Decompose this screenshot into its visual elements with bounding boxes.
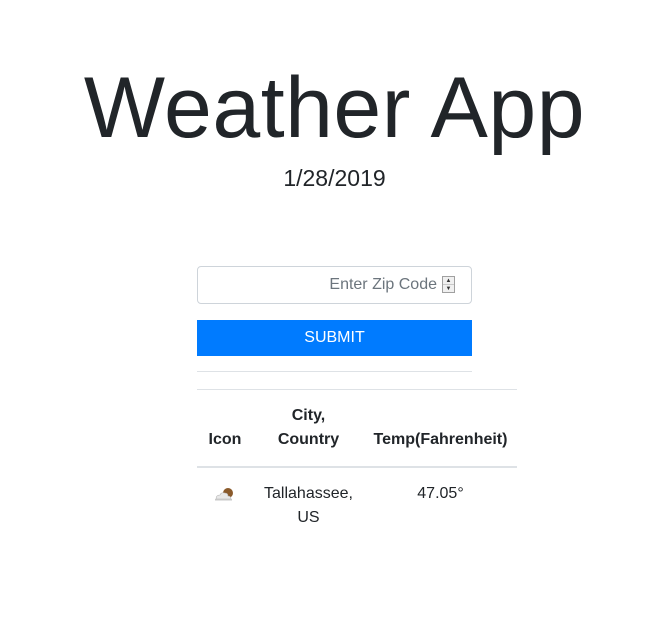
spin-down-icon[interactable]: ▼ [443,284,454,292]
row-city-country: Tallahassee, US [264,485,353,526]
header-icon: Icon [197,389,253,468]
weather-results-table: Icon City, Country Temp(Fahrenheit) Tall… [197,389,517,544]
row-icon-cell [197,467,253,544]
submit-button[interactable]: SUBMIT [197,320,472,356]
header-city-country: City, Country [253,389,364,468]
zip-spinner[interactable]: ▲ ▼ [442,276,455,293]
form-divider [197,371,472,372]
row-temp: 47.05° [417,485,464,502]
page: Weather App 1/28/2019 ▲ ▼ SUBMIT Icon Ci… [0,0,669,625]
current-date: 1/28/2019 [283,165,386,191]
partly-cloudy-icon [215,488,233,501]
table-row: Tallahassee, US 47.05° [197,467,517,544]
spin-up-icon[interactable]: ▲ [443,277,454,284]
header-temp: Temp(Fahrenheit) [364,389,517,468]
zip-code-input[interactable] [197,266,472,304]
table-header-row: Icon City, Country Temp(Fahrenheit) [197,389,517,468]
app-title: Weather App [83,60,586,156]
zip-field-wrapper: ▲ ▼ [197,266,472,304]
